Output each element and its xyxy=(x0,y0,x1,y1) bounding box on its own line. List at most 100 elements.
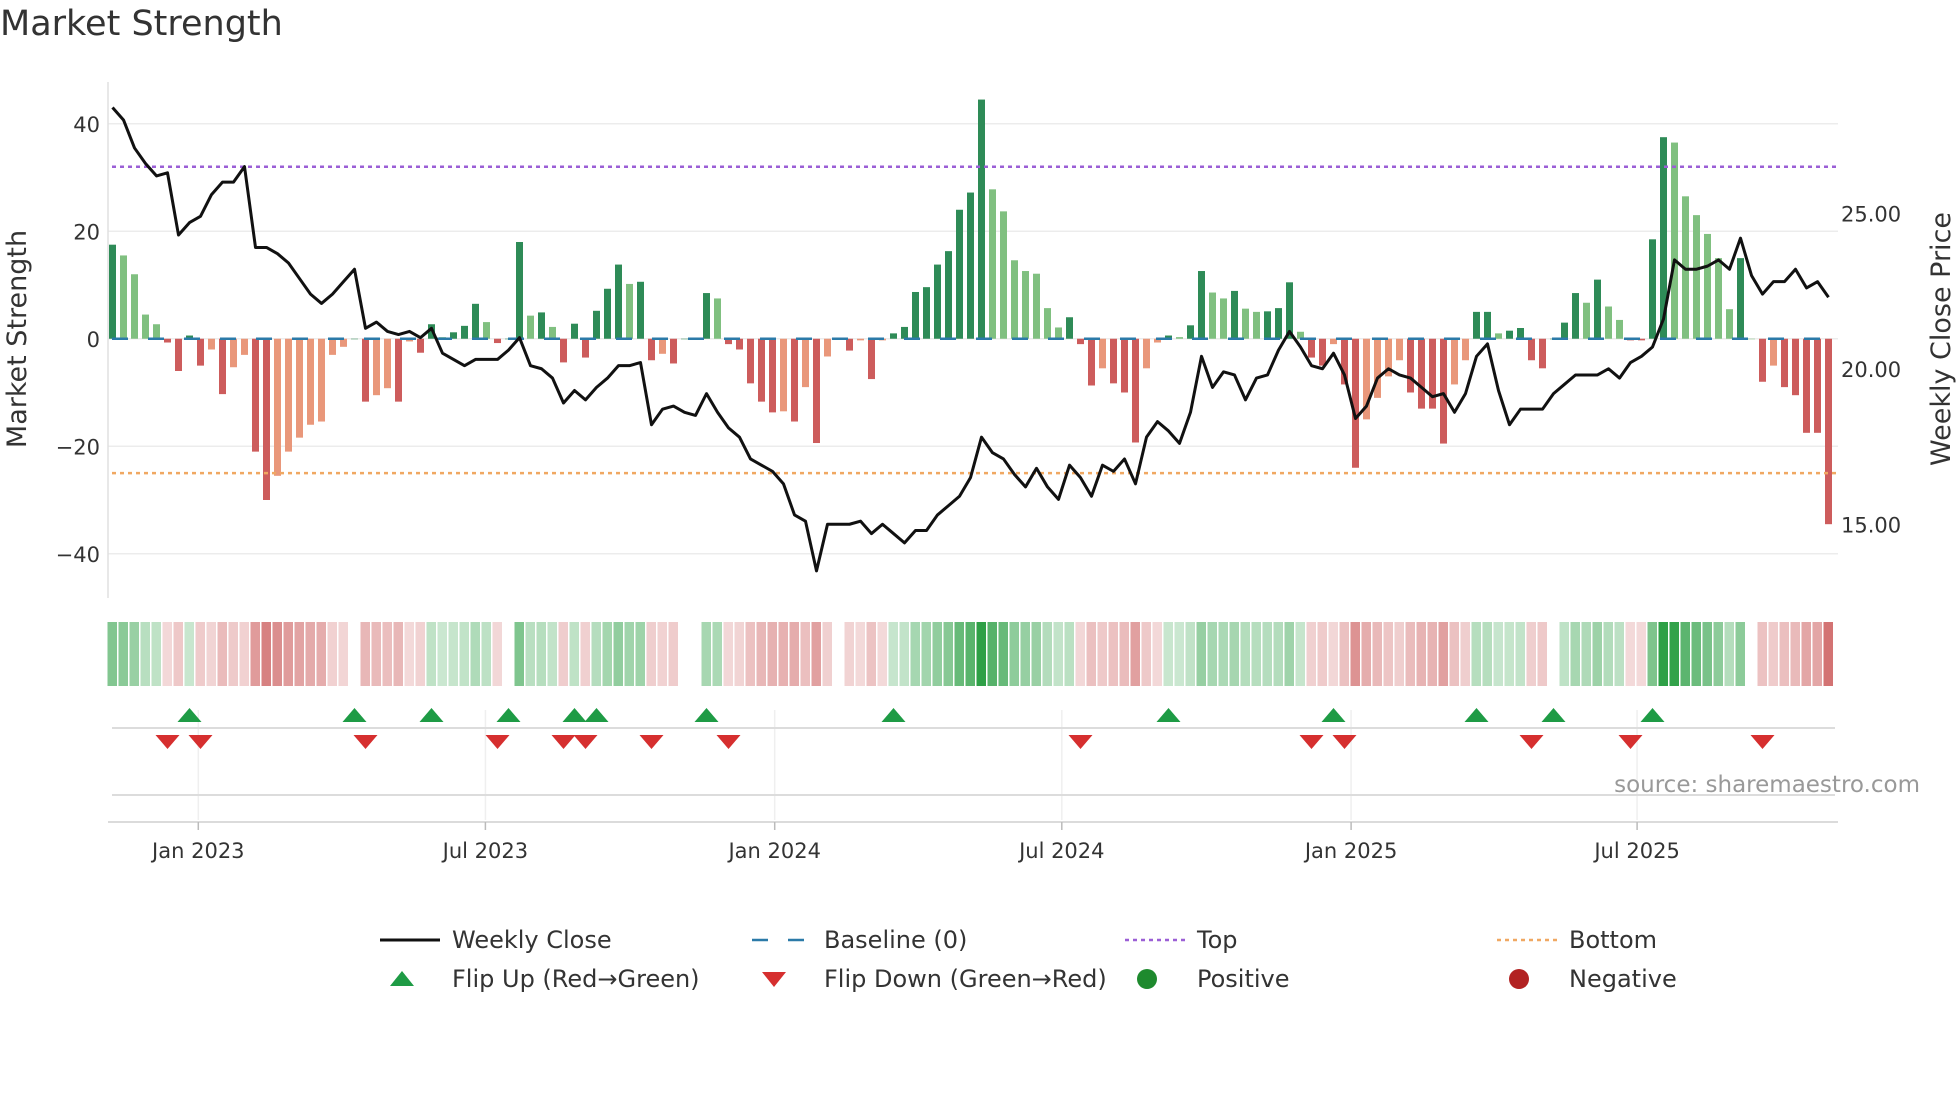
heat-cell xyxy=(1592,622,1602,686)
heat-cell xyxy=(1757,622,1767,686)
flip-down-marker xyxy=(1618,735,1643,749)
heat-cell xyxy=(1702,622,1712,686)
heat-cell xyxy=(756,622,766,686)
flip-down-marker xyxy=(573,735,598,749)
legend: Weekly Close Baseline (0) Top Bottom Flip Up… xyxy=(380,926,1677,993)
strength-bar xyxy=(989,189,996,339)
strength-bar xyxy=(1825,338,1832,525)
heat-cell xyxy=(921,622,931,686)
heat-cell xyxy=(437,622,447,686)
heat-cell xyxy=(1713,622,1723,686)
heat-cell xyxy=(866,622,876,686)
flip-down-marker xyxy=(551,735,576,749)
strength-bar xyxy=(1033,273,1040,339)
heat-cell xyxy=(646,622,656,686)
strength-bar xyxy=(120,255,127,339)
strength-bar xyxy=(1374,338,1381,398)
heat-cell xyxy=(1284,622,1294,686)
strength-bar xyxy=(1770,338,1777,366)
source-credit: source: sharemaestro.com xyxy=(1614,772,1920,798)
strength-bar xyxy=(934,264,941,339)
strength-bar xyxy=(747,338,754,384)
strength-bar xyxy=(703,293,710,339)
strength-bar xyxy=(978,99,985,339)
heat-cell xyxy=(305,622,315,686)
heat-cell xyxy=(107,622,117,686)
heat-cell xyxy=(976,622,986,686)
strength-bar xyxy=(296,338,303,438)
strength-bar xyxy=(560,338,567,363)
heat-cell xyxy=(1812,622,1822,686)
heat-cell xyxy=(954,622,964,686)
strength-bar xyxy=(1803,338,1810,433)
strength-bar xyxy=(1528,338,1535,361)
strength-bar xyxy=(131,274,138,339)
strength-bar xyxy=(241,338,248,355)
strength-bar xyxy=(670,338,677,364)
heat-cell xyxy=(349,622,359,686)
strength-bar xyxy=(1176,337,1183,339)
strength-bar xyxy=(1407,338,1414,393)
heat-cell xyxy=(1350,622,1360,686)
heat-cell xyxy=(1031,622,1041,686)
heat-cell xyxy=(745,622,755,686)
y2-axis-label: Weekly Close Price xyxy=(1926,212,1957,466)
strength-bar xyxy=(1484,311,1491,339)
heat-cell xyxy=(1471,622,1481,686)
heat-cell xyxy=(217,622,227,686)
market-strength-chart: −40 −20 0 20 40 15.00 20.00 25.00 Market Strengt… xyxy=(2,82,1957,993)
heat-cell xyxy=(1317,622,1327,686)
legend-item-baseline: Baseline (0) xyxy=(752,926,967,954)
heat-cell xyxy=(613,622,623,686)
heat-cell xyxy=(657,622,667,686)
strength-bar xyxy=(1330,338,1337,345)
strength-bar xyxy=(1198,271,1205,339)
heat-cell xyxy=(1097,622,1107,686)
heat-cell xyxy=(943,622,953,686)
legend-item-positive: Positive xyxy=(1137,965,1290,993)
heat-cell xyxy=(1273,622,1283,686)
strength-bar xyxy=(527,315,534,339)
strength-bar xyxy=(1748,338,1755,340)
heat-cell xyxy=(1328,622,1338,686)
heat-cell xyxy=(767,622,777,686)
heat-cell xyxy=(679,622,689,686)
legend-label: Flip Up (Red→Green) xyxy=(452,965,700,993)
strength-bar xyxy=(604,288,611,339)
heat-cell xyxy=(283,622,293,686)
heat-cell xyxy=(855,622,865,686)
legend-item-weekly-close: Weekly Close xyxy=(380,926,612,954)
flip-down-marker xyxy=(1068,735,1093,749)
heat-cell xyxy=(1163,622,1173,686)
heat-cell xyxy=(1218,622,1228,686)
strength-bar xyxy=(1011,260,1018,339)
strength-bar xyxy=(1693,215,1700,339)
strength-bar xyxy=(1583,302,1590,339)
strength-bar xyxy=(901,326,908,339)
heat-cell xyxy=(415,622,425,686)
strength-bar xyxy=(318,338,325,422)
heat-cell xyxy=(525,622,535,686)
strength-bar xyxy=(208,338,215,350)
flip-up-marker xyxy=(881,708,906,722)
negative-dot-icon xyxy=(1509,969,1529,989)
heat-cell xyxy=(723,622,733,686)
strength-bar xyxy=(274,338,281,476)
strength-bar xyxy=(846,338,853,351)
heat-cell xyxy=(1108,622,1118,686)
strength-bar xyxy=(164,338,171,343)
strength-bar xyxy=(230,338,237,368)
heat-cell xyxy=(822,622,832,686)
heat-cell xyxy=(1009,622,1019,686)
heat-cell xyxy=(272,622,282,686)
strength-bar xyxy=(736,338,743,350)
flip-down-icon xyxy=(762,972,786,987)
strength-bar xyxy=(1242,308,1249,339)
heat-cell xyxy=(833,622,843,686)
heat-cell xyxy=(1680,622,1690,686)
strength-bar xyxy=(1253,311,1260,339)
heat-cell xyxy=(1075,622,1085,686)
heat-cell xyxy=(261,622,271,686)
strength-bar xyxy=(857,338,864,341)
heat-cell xyxy=(382,622,392,686)
